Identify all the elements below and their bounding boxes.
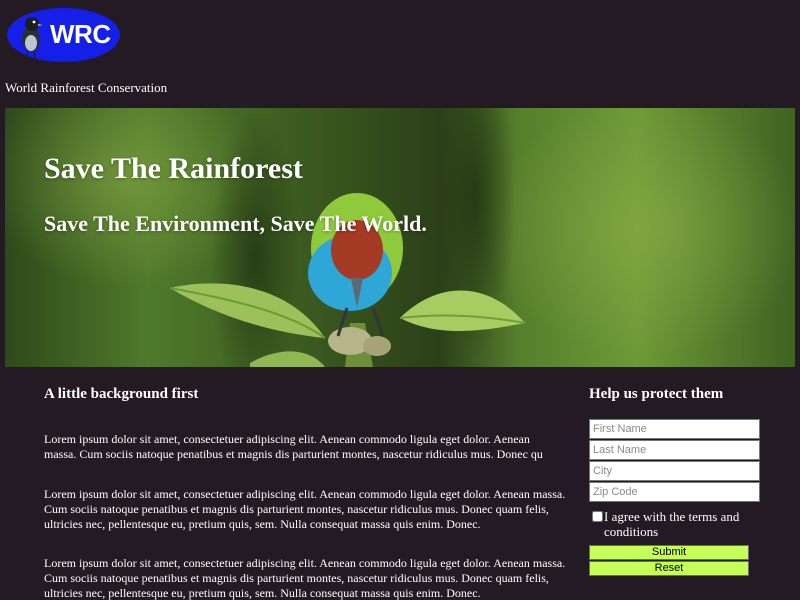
background-heading: A little background first — [44, 386, 199, 402]
form-heading: Help us protect them — [589, 386, 724, 402]
background-paragraph: Lorem ipsum dolor sit amet, consectetuer… — [44, 556, 566, 600]
logo-text: WRC — [50, 19, 111, 49]
hero-subtitle: Save The Environment, Save The World. — [44, 211, 427, 236]
page: WRC World Rainforest Conservation Save T… — [0, 0, 800, 600]
city-input[interactable] — [589, 461, 760, 481]
terms-checkbox[interactable] — [592, 511, 603, 522]
wrc-logo[interactable]: WRC — [7, 8, 120, 62]
terms-agreement[interactable]: I agree with the terms and conditions — [592, 509, 772, 539]
hero-image — [5, 108, 795, 367]
reset-button[interactable]: Reset — [589, 561, 749, 576]
paragraph-line: massa. Cum sociis natoque penatibus et m… — [44, 447, 543, 461]
background-paragraph: Lorem ipsum dolor sit amet, consectetuer… — [44, 432, 584, 462]
terms-label: I agree with the terms and conditions — [604, 509, 740, 539]
zip-code-input[interactable] — [589, 482, 760, 502]
background-paragraph: Lorem ipsum dolor sit amet, consectetuer… — [44, 487, 566, 531]
submit-button[interactable]: Submit — [589, 545, 749, 560]
paragraph-line: Lorem ipsum dolor sit amet, consectetuer… — [44, 432, 530, 446]
first-name-input[interactable] — [589, 419, 760, 439]
last-name-input[interactable] — [589, 440, 760, 460]
hero-title: Save The Rainforest — [44, 152, 303, 185]
org-name: World Rainforest Conservation — [5, 80, 168, 95]
hero-banner: Save The Rainforest Save The Environment… — [5, 108, 795, 367]
